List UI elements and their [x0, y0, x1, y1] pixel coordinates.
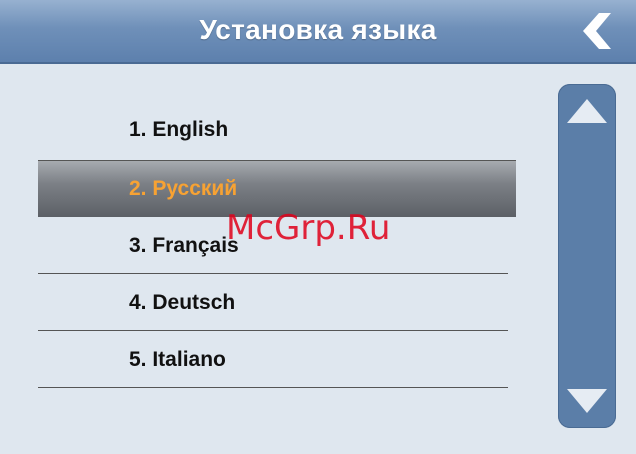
language-item-italian[interactable]: 5. Italiano	[38, 331, 516, 388]
scrollbar[interactable]	[558, 84, 616, 428]
language-item-label: 4. Deutsch	[129, 290, 236, 314]
triangle-up-icon	[567, 99, 607, 123]
language-item-label: 1. English	[129, 118, 229, 141]
back-button[interactable]	[576, 10, 622, 52]
chevron-left-icon	[583, 13, 611, 49]
language-item-english[interactable]: 1. English	[38, 100, 516, 160]
page-title: Установка языка	[199, 14, 437, 45]
scroll-up-button[interactable]	[558, 84, 616, 138]
triangle-down-icon	[567, 389, 607, 413]
scroll-down-button[interactable]	[558, 374, 616, 428]
language-item-german[interactable]: 4. Deutsch	[38, 274, 516, 331]
watermark: McGrp.Ru	[226, 208, 391, 248]
language-item-label: 2. Русский	[129, 177, 238, 200]
title-bar: Установка языка	[0, 0, 636, 64]
language-item-label: 5. Italiano	[129, 347, 226, 371]
language-item-label: 3. Français	[129, 233, 239, 257]
